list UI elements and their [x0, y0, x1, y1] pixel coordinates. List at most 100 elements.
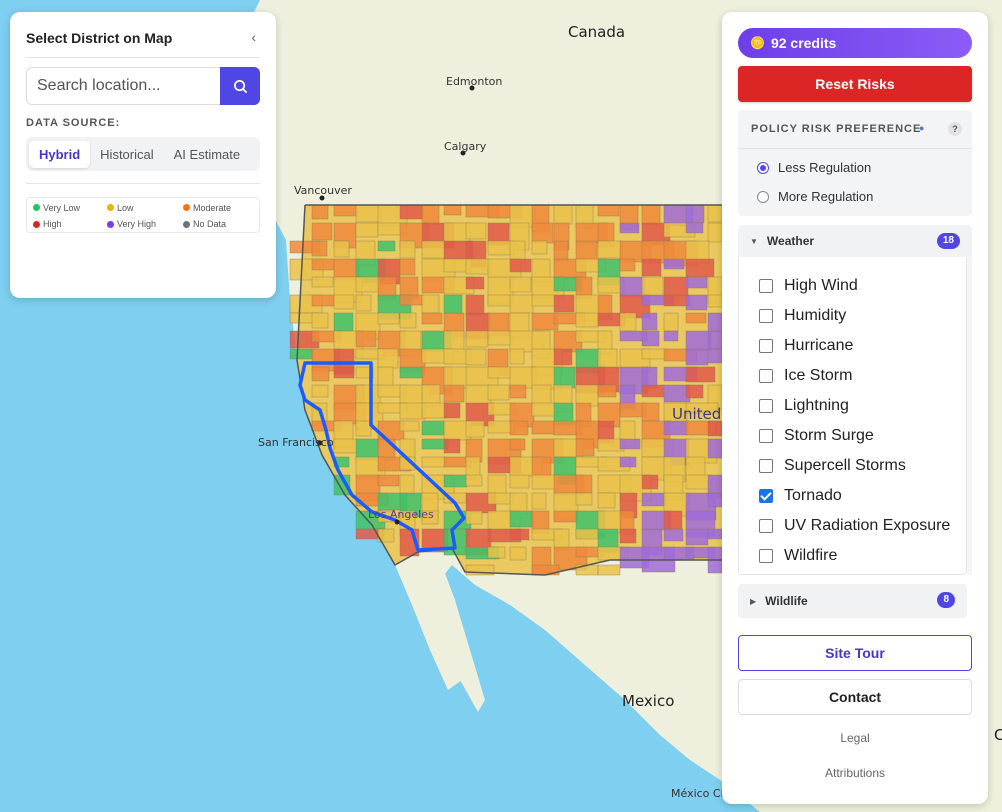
- district[interactable]: [311, 258, 335, 271]
- district[interactable]: [553, 294, 575, 313]
- district[interactable]: [641, 312, 658, 331]
- district[interactable]: [619, 222, 640, 234]
- checkbox-row[interactable]: Tornado: [759, 481, 950, 511]
- checkbox-icon[interactable]: [759, 519, 773, 533]
- district[interactable]: [707, 294, 723, 308]
- district[interactable]: [641, 348, 668, 360]
- district[interactable]: [685, 348, 709, 366]
- district[interactable]: [597, 384, 617, 398]
- district[interactable]: [575, 492, 593, 506]
- district[interactable]: [707, 348, 723, 364]
- district[interactable]: [553, 240, 569, 262]
- district[interactable]: [707, 222, 723, 243]
- district[interactable]: [531, 564, 560, 576]
- district[interactable]: [663, 312, 679, 332]
- district[interactable]: [421, 456, 447, 468]
- district[interactable]: [707, 312, 723, 333]
- scrollbar[interactable]: [967, 257, 972, 575]
- district[interactable]: [509, 474, 530, 489]
- district[interactable]: [553, 528, 570, 550]
- district[interactable]: [553, 510, 578, 523]
- district[interactable]: [443, 384, 465, 403]
- checkbox-icon[interactable]: [759, 309, 773, 323]
- district[interactable]: [355, 294, 372, 312]
- district[interactable]: [641, 330, 660, 347]
- district[interactable]: [399, 420, 420, 432]
- district[interactable]: [443, 294, 463, 315]
- checkbox-icon[interactable]: [759, 429, 773, 443]
- district[interactable]: [641, 492, 667, 507]
- district[interactable]: [509, 528, 530, 541]
- district[interactable]: [509, 348, 525, 365]
- district[interactable]: [311, 204, 329, 220]
- district[interactable]: [531, 456, 552, 478]
- search-button[interactable]: [220, 67, 260, 105]
- district[interactable]: [487, 492, 514, 505]
- checkbox-row[interactable]: Supercell Storms: [759, 451, 950, 481]
- district[interactable]: [355, 276, 381, 293]
- district[interactable]: [509, 546, 527, 561]
- district[interactable]: [443, 402, 461, 419]
- district[interactable]: [377, 474, 400, 487]
- district[interactable]: [311, 366, 330, 382]
- district[interactable]: [663, 330, 679, 342]
- attributions-link[interactable]: Attributions: [738, 766, 972, 780]
- district[interactable]: [421, 312, 443, 325]
- district[interactable]: [575, 240, 598, 261]
- checkbox-icon[interactable]: [759, 459, 773, 473]
- district[interactable]: [597, 492, 616, 509]
- district[interactable]: [333, 438, 359, 454]
- district[interactable]: [575, 438, 595, 457]
- district[interactable]: [487, 366, 512, 379]
- search-input[interactable]: [26, 67, 220, 105]
- district[interactable]: [487, 294, 512, 307]
- district[interactable]: [487, 546, 506, 559]
- district[interactable]: [531, 420, 555, 435]
- district[interactable]: [289, 348, 314, 360]
- district[interactable]: [399, 294, 425, 306]
- district[interactable]: [575, 474, 593, 494]
- district[interactable]: [377, 312, 400, 325]
- district[interactable]: [443, 474, 468, 488]
- district[interactable]: [707, 492, 723, 508]
- reset-risks-button[interactable]: Reset Risks: [738, 66, 972, 102]
- tab-hybrid[interactable]: Hybrid: [29, 140, 91, 168]
- district[interactable]: [619, 276, 646, 298]
- district[interactable]: [685, 222, 704, 234]
- district[interactable]: [399, 258, 416, 276]
- district[interactable]: [421, 204, 440, 226]
- radio-more-regulation[interactable]: More Regulation: [757, 189, 873, 204]
- district[interactable]: [509, 384, 527, 399]
- district[interactable]: [443, 528, 470, 556]
- district[interactable]: [663, 276, 689, 297]
- district[interactable]: [377, 240, 396, 252]
- checkbox-row[interactable]: Lightning: [759, 391, 950, 421]
- district[interactable]: [421, 420, 446, 436]
- district[interactable]: [355, 204, 382, 223]
- district[interactable]: [333, 312, 354, 332]
- district[interactable]: [685, 384, 704, 399]
- district[interactable]: [421, 240, 446, 259]
- credits-button[interactable]: 🪙 92 credits: [738, 28, 972, 58]
- district[interactable]: [333, 366, 355, 379]
- district[interactable]: [619, 528, 637, 544]
- tab-ai-estimate[interactable]: AI Estimate: [164, 141, 250, 168]
- district[interactable]: [399, 474, 415, 496]
- district[interactable]: [509, 294, 534, 314]
- weather-section-header[interactable]: ▼ Weather 18: [738, 225, 972, 257]
- district[interactable]: [597, 204, 620, 217]
- district[interactable]: [333, 294, 355, 310]
- site-tour-button[interactable]: Site Tour: [738, 635, 972, 671]
- district[interactable]: [311, 312, 329, 329]
- district[interactable]: [685, 258, 715, 278]
- district[interactable]: [509, 420, 529, 436]
- district[interactable]: [465, 258, 491, 275]
- district[interactable]: [443, 438, 461, 454]
- district[interactable]: [641, 258, 662, 277]
- district[interactable]: [311, 240, 328, 257]
- district[interactable]: [553, 348, 573, 366]
- district[interactable]: [311, 222, 333, 241]
- district[interactable]: [509, 510, 534, 528]
- district[interactable]: [685, 366, 716, 383]
- district[interactable]: [421, 402, 448, 419]
